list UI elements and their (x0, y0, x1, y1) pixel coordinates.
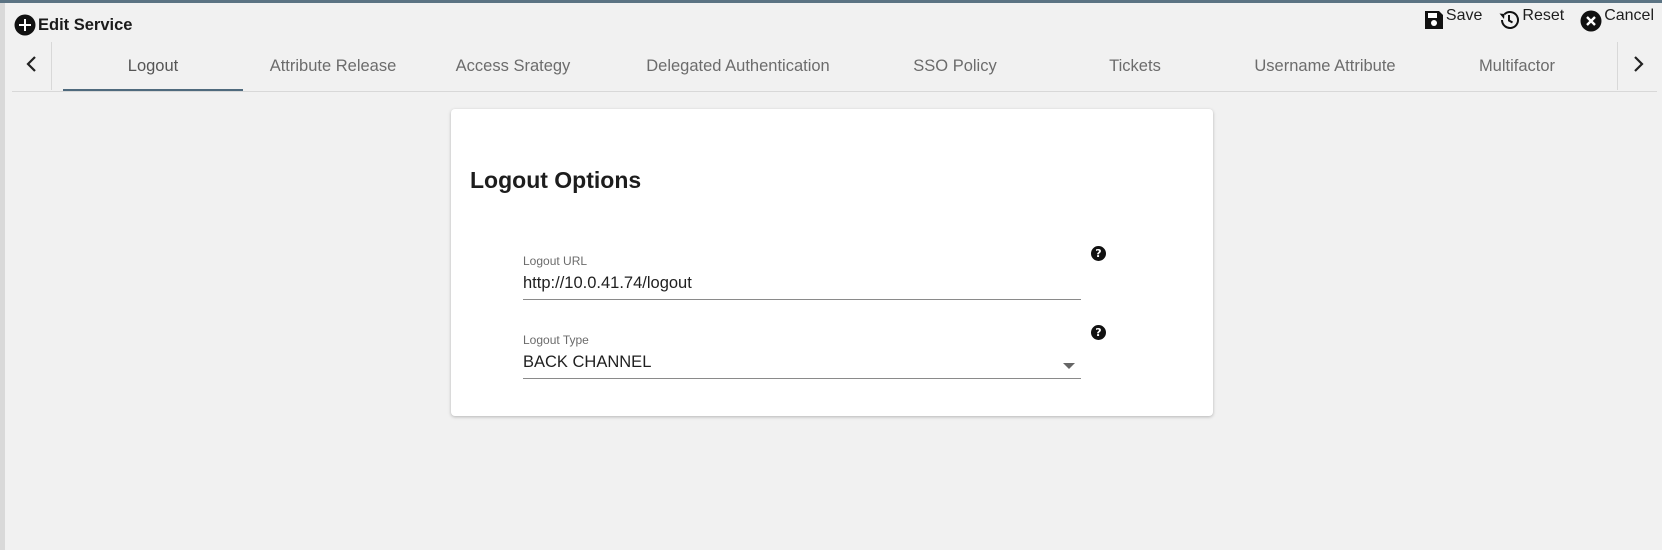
tab-logout[interactable]: Logout (63, 42, 243, 91)
tab-tickets[interactable]: Tickets (1045, 42, 1225, 90)
tab-sso-policy[interactable]: SSO Policy (865, 42, 1045, 90)
cancel-button[interactable]: Cancel (1580, 8, 1654, 32)
plus-circle-icon (14, 14, 36, 36)
save-icon (1424, 8, 1444, 30)
save-label: Save (1445, 7, 1483, 24)
tab-attribute-release-label: Attribute Release (269, 56, 397, 75)
logout-type-underline (523, 378, 1081, 379)
tab-username-attribute-label: Username Attribute (1254, 56, 1396, 75)
tab-multifactor-label: Multifactor (1478, 56, 1556, 75)
window-top-border (0, 0, 1662, 3)
tab-attribute-release[interactable]: Attribute Release (243, 42, 423, 90)
window-left-border (0, 3, 5, 550)
tabs-prev-button[interactable] (12, 42, 52, 90)
chevron-left-icon (25, 55, 39, 78)
header-actions: Save Reset Cancel (1408, 8, 1654, 34)
tab-logout-label: Logout (127, 56, 179, 75)
tab-multifactor[interactable]: Multifactor (1427, 42, 1607, 90)
tab-delegated-authentication[interactable]: Delegated Authentication (628, 42, 848, 90)
logout-url-underline (523, 299, 1081, 300)
logout-url-help-icon[interactable]: ? (1091, 246, 1106, 261)
tab-delegated-authentication-label: Delegated Authentication (646, 56, 830, 75)
logout-url-field[interactable]: Logout URL http://10.0.41.74/logout (523, 254, 1081, 310)
save-button[interactable]: Save (1424, 8, 1482, 30)
tab-sso-policy-label: SSO Policy (913, 56, 997, 75)
page-title: Edit Service (38, 15, 133, 34)
logout-options-card: Logout Options Logout URL http://10.0.41… (451, 109, 1213, 416)
history-icon (1498, 8, 1520, 31)
page-header: Edit Service (14, 14, 132, 36)
dropdown-caret-icon[interactable] (1063, 363, 1075, 369)
logout-url-label: Logout URL (523, 254, 588, 268)
reset-button[interactable]: Reset (1498, 8, 1564, 31)
logout-url-input[interactable]: http://10.0.41.74/logout (523, 274, 1043, 293)
reset-label: Reset (1522, 7, 1565, 24)
tab-tickets-label: Tickets (1109, 56, 1161, 75)
cancel-label: Cancel (1604, 7, 1654, 24)
card-title: Logout Options (470, 167, 642, 193)
tab-access-strategy[interactable]: Access Srategy (423, 42, 603, 90)
tab-access-strategy-label: Access Srategy (455, 56, 571, 75)
logout-type-help-icon[interactable]: ? (1091, 325, 1106, 340)
logout-type-select[interactable]: Logout Type BACK CHANNEL (523, 333, 1081, 389)
tabs-next-button[interactable] (1617, 42, 1657, 90)
chevron-right-icon (1631, 55, 1645, 78)
close-circle-icon (1580, 8, 1602, 32)
logout-type-value[interactable]: BACK CHANNEL (523, 353, 1043, 372)
tab-bar: Logout Attribute Release Access Srategy … (12, 42, 1657, 92)
logout-type-label: Logout Type (523, 333, 589, 347)
tab-username-attribute[interactable]: Username Attribute (1225, 42, 1425, 90)
